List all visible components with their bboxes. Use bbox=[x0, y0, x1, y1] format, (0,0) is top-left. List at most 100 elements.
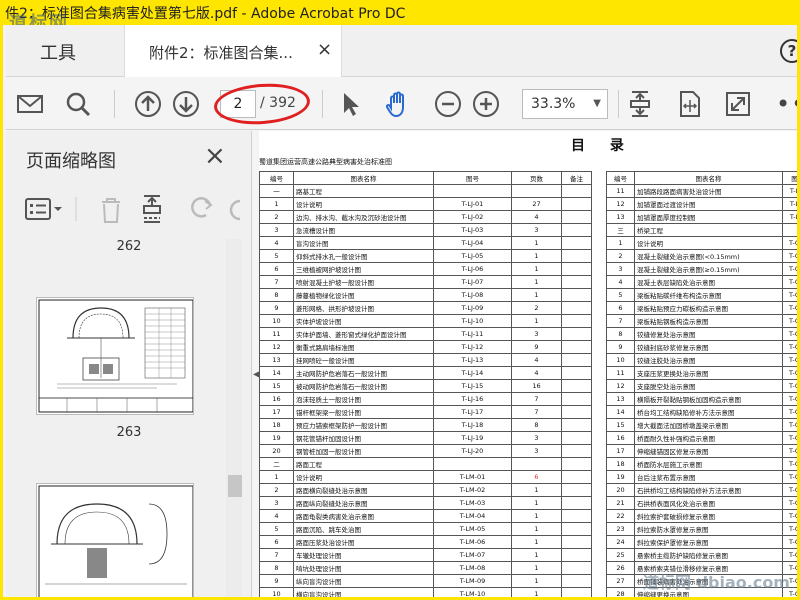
table-cell: 纵向盲沟设计图 bbox=[293, 574, 434, 588]
table-cell: 路面龟裂类病害处治示意图 bbox=[293, 509, 434, 523]
table-header-row: 编号 图表名称 图号 页数 备注 bbox=[259, 171, 592, 185]
table-cell bbox=[561, 587, 592, 597]
table-header-cell: 图 bbox=[782, 171, 797, 185]
close-icon[interactable]: × bbox=[204, 141, 226, 171]
table-cell: T-LM-07 bbox=[433, 548, 512, 562]
toolbar: 2 / 392 33.3% ▼ ••• bbox=[6, 78, 797, 130]
table-cell bbox=[433, 184, 512, 198]
table-cell bbox=[561, 392, 592, 406]
trash-icon[interactable] bbox=[102, 198, 120, 223]
close-icon[interactable]: × bbox=[317, 39, 332, 60]
table-row: 6 三维植被网护坡设计图 T-LJ-06 1 bbox=[259, 262, 592, 276]
table-cell: 仰斜式排水孔一般设计图 bbox=[293, 249, 434, 263]
table-row: 5 路面沉陷、跳车处治图 T-LM-05 1 bbox=[259, 522, 592, 536]
table-cell: 1 bbox=[511, 483, 562, 497]
table-cell: T-LJ-11 bbox=[433, 327, 512, 341]
thumbnail-scrollbar[interactable] bbox=[226, 239, 242, 597]
scrollbar-thumb[interactable] bbox=[228, 475, 242, 497]
zoom-select[interactable]: 33.3% ▼ bbox=[522, 89, 608, 119]
table-cell: 6 bbox=[259, 535, 294, 549]
table-cell: 4 bbox=[511, 366, 562, 380]
help-icon[interactable]: ? bbox=[780, 39, 797, 63]
zoom-out-icon[interactable] bbox=[432, 88, 464, 120]
table-cell: T-Q bbox=[782, 522, 797, 536]
search-icon[interactable] bbox=[62, 88, 94, 120]
page-heading: 目 录 bbox=[571, 138, 634, 154]
table-cell: 路面横向裂缝处治示意图 bbox=[293, 483, 434, 497]
thumbnail-page[interactable] bbox=[36, 297, 194, 415]
cursor-icon[interactable] bbox=[334, 88, 366, 120]
table-cell: 11 bbox=[606, 366, 635, 380]
table-row: 二路面工程 bbox=[259, 457, 592, 471]
table-row: 2 路面横向裂缝处治示意图 T-LM-02 1 bbox=[259, 483, 592, 497]
table-cell: T-LJ-20 bbox=[433, 444, 512, 458]
table-cell: T-LJ-13 bbox=[433, 353, 512, 367]
fit-width-icon[interactable] bbox=[674, 88, 706, 120]
table-row: 10 铰缝注胶处治示意图 T-Q bbox=[606, 353, 797, 367]
tab-tools[interactable]: 工具 bbox=[40, 39, 76, 65]
table-cell: 3 bbox=[259, 223, 294, 237]
thumbnail-page[interactable] bbox=[36, 483, 194, 597]
page-up-icon[interactable] bbox=[132, 88, 164, 120]
table-cell: 3 bbox=[606, 262, 635, 276]
chevron-down-icon: ▼ bbox=[593, 98, 601, 109]
full-screen-icon[interactable] bbox=[722, 88, 754, 120]
hand-icon[interactable] bbox=[382, 88, 414, 120]
table-cell: T-L bbox=[782, 210, 797, 224]
options-icon[interactable] bbox=[25, 198, 62, 220]
table-cell: 7 bbox=[259, 275, 294, 289]
table-row: 三桥梁工程 bbox=[606, 223, 797, 237]
table-cell: 27 bbox=[511, 197, 562, 211]
zoom-in-icon[interactable] bbox=[470, 88, 502, 120]
table-cell: T-LJ-12 bbox=[433, 340, 512, 354]
table-cell: T-LM-04 bbox=[433, 509, 512, 523]
document-view[interactable]: 目 录 蜀道集团运营高速公路典型病害处治标准图 编号 图表名称 图号 页数 备注 一路基… bbox=[259, 131, 797, 597]
envelope-icon[interactable] bbox=[14, 88, 46, 120]
table-cell: T-LJ-03 bbox=[433, 223, 512, 237]
table-cell: T-LJ-17 bbox=[433, 405, 512, 419]
table-cell: T-Q bbox=[782, 392, 797, 406]
table-cell: T-LJ-05 bbox=[433, 249, 512, 263]
table-cell: 设计说明 bbox=[293, 470, 434, 484]
tab-document[interactable]: 附件2：标准图合集... × bbox=[124, 25, 342, 77]
table-cell: 混凝土裂缝处治示意图(≥0.15mm) bbox=[634, 262, 783, 276]
table-cell: 15 bbox=[606, 418, 635, 432]
bottom-watermark: 道标网 dbiao.com bbox=[643, 573, 790, 592]
table-cell: 6 bbox=[606, 301, 635, 315]
table-cell: 1 bbox=[511, 496, 562, 510]
fit-page-icon[interactable] bbox=[624, 88, 656, 120]
table-row: 9 菱形网格、拱形护坡设计图 T-LJ-09 2 bbox=[259, 301, 592, 315]
rotate-right-icon[interactable] bbox=[229, 199, 241, 221]
thumbnail-list[interactable]: 262 263 bbox=[6, 239, 252, 597]
table-cell bbox=[561, 548, 592, 562]
thumbnail-toolbar bbox=[24, 191, 244, 227]
table-cell: T-Q bbox=[782, 327, 797, 341]
table-row: 5 梁板粘贴碳纤维布构造示意图 T-Q bbox=[606, 288, 797, 302]
table-cell: 2 bbox=[511, 301, 562, 315]
rotate-icon[interactable] bbox=[191, 197, 213, 218]
table-row: 8 啃坑处理设计图 T-LM-08 1 bbox=[259, 561, 592, 575]
table-cell: 6 bbox=[259, 262, 294, 276]
table-cell: 桥梁工程 bbox=[634, 223, 783, 237]
table-cell: 13 bbox=[606, 392, 635, 406]
more-icon[interactable]: ••• bbox=[776, 90, 797, 118]
table-cell bbox=[561, 236, 592, 250]
table-cell: 16 bbox=[606, 431, 635, 445]
extract-icon[interactable] bbox=[143, 195, 161, 223]
table-cell: 1 bbox=[511, 236, 562, 250]
page-down-icon[interactable] bbox=[170, 88, 202, 120]
table-row: 16 桥面耐久性补强构造示意图 T-Q bbox=[606, 431, 797, 445]
table-cell: 横隔板开裂黏贴钢板加固构造示意图 bbox=[634, 392, 783, 406]
table-cell: 4 bbox=[511, 353, 562, 367]
table-cell: 铰缝修复处治示意图 bbox=[634, 327, 783, 341]
table-cell: T-LJ-09 bbox=[433, 301, 512, 315]
table-cell: 1 bbox=[511, 275, 562, 289]
table-header-cell: 备注 bbox=[561, 171, 592, 185]
table-cell: 24 bbox=[606, 535, 635, 549]
table-cell: 1 bbox=[511, 314, 562, 328]
table-cell bbox=[511, 457, 562, 471]
table-cell: 10 bbox=[259, 314, 294, 328]
table-cell: 14 bbox=[259, 366, 294, 380]
table-row: 1 设计说明 T-LJ-01 27 bbox=[259, 197, 592, 211]
table-row: 7 车辙处理设计图 T-LM-07 1 bbox=[259, 548, 592, 562]
